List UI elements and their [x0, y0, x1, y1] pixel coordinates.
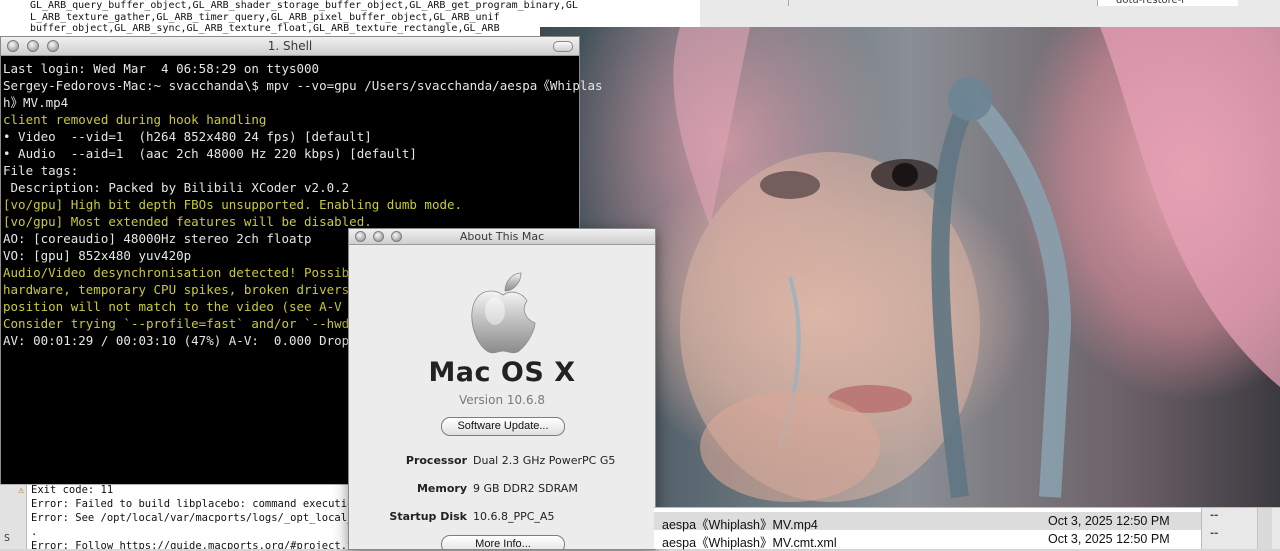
- finder-side-column: -- --: [1201, 508, 1280, 549]
- file-row[interactable]: aespa《Whiplash》MV.mp4 Oct 3, 2025 12:50 …: [654, 512, 1202, 532]
- finder-file-list[interactable]: aespa《Whiplash》MV.mp4 Oct 3, 2025 12:50 …: [654, 507, 1280, 550]
- gutter: ⚠ S: [0, 485, 27, 549]
- spec-row-memory: Memory 9 GB DDR2 SDRAM: [349, 482, 655, 498]
- terminal-title: 1. Shell: [267, 39, 313, 53]
- spec-row-startup-disk: Startup Disk 10.6.8_PPC_A5: [349, 510, 655, 526]
- error-line: Error: Failed to build libplacebo: comma…: [31, 498, 348, 510]
- terminal-line: • Audio --aid=1 (aac 2ch 48000 Hz 220 kb…: [3, 146, 417, 161]
- side-marker: --: [1210, 528, 1219, 539]
- terminal-line: Description: Packed by Bilibili XCoder v…: [3, 180, 350, 195]
- background-window-strip: dotu-restore-r: [700, 0, 1280, 28]
- side-marker: --: [1210, 510, 1219, 521]
- os-name: Mac OS X: [428, 357, 576, 388]
- warning-icon: ⚠: [18, 485, 25, 496]
- os-version: Version 10.6.8: [458, 393, 546, 407]
- divider: [788, 0, 789, 6]
- background-cell: dotu-restore-r: [1097, 0, 1238, 6]
- about-this-mac-window[interactable]: About This Mac Mac OS X Version 10.6.8 S…: [348, 228, 656, 550]
- spec-value: 9 GB DDR2 SDRAM: [473, 482, 578, 495]
- apple-logo-icon: [467, 271, 539, 355]
- background-cell-text: dotu-restore-r: [1116, 0, 1186, 6]
- software-update-button[interactable]: Software Update...: [441, 417, 565, 436]
- error-terminal: ⚠ S Exit code: 11 Error: Failed to build…: [0, 484, 348, 549]
- spec-value: 10.6.8_PPC_A5: [473, 510, 555, 523]
- file-row[interactable]: aespa《Whiplash》MV.cmt.xml Oct 3, 2025 12…: [654, 530, 1202, 550]
- spec-key: Processor: [405, 454, 467, 467]
- spec-value: Dual 2.3 GHz PowerPC G5: [473, 454, 616, 467]
- bg-terminal-line: GL_ARB_query_buffer_object,GL_ARB_shader…: [30, 0, 578, 11]
- scrollbar[interactable]: [1257, 508, 1272, 549]
- spec-key: Memory: [416, 482, 467, 495]
- error-line: .: [31, 526, 38, 538]
- file-name: aespa《Whiplash》MV.cmt.xml: [662, 536, 837, 550]
- terminal-line: Sergey-Fedorovs-Mac:~ svacchanda\$ mpv -…: [3, 78, 603, 93]
- gutter-label: S: [4, 533, 11, 544]
- terminal-line: client removed during hook handling: [3, 112, 267, 127]
- terminal-titlebar[interactable]: 1. Shell: [1, 37, 579, 56]
- bg-terminal-line: L_ARB_texture_gather,GL_ARB_timer_query,…: [30, 11, 500, 23]
- file-date: Oct 3, 2025 12:50 PM: [1048, 514, 1170, 528]
- terminal-line: • Video --vid=1 (h264 852x480 24 fps) [d…: [3, 129, 372, 144]
- error-line: Exit code: 11: [31, 484, 114, 496]
- error-line: Error: See /opt/local/var/macports/logs/…: [31, 512, 348, 524]
- about-titlebar[interactable]: About This Mac: [349, 229, 655, 245]
- spec-row-processor: Processor Dual 2.3 GHz PowerPC G5: [349, 454, 655, 470]
- spec-key: Startup Disk: [389, 510, 467, 523]
- terminal-line: Last login: Wed Mar 4 06:58:29 on ttys00…: [3, 61, 320, 76]
- terminal-line: File tags:: [3, 163, 79, 178]
- file-date: Oct 3, 2025 12:50 PM: [1048, 532, 1170, 546]
- toolbar-toggle-button[interactable]: [553, 41, 573, 52]
- terminal-line: [vo/gpu] High bit depth FBOs unsupported…: [3, 197, 463, 212]
- terminal-line: h》MV.mp4: [3, 95, 69, 110]
- about-title: About This Mac: [459, 230, 545, 243]
